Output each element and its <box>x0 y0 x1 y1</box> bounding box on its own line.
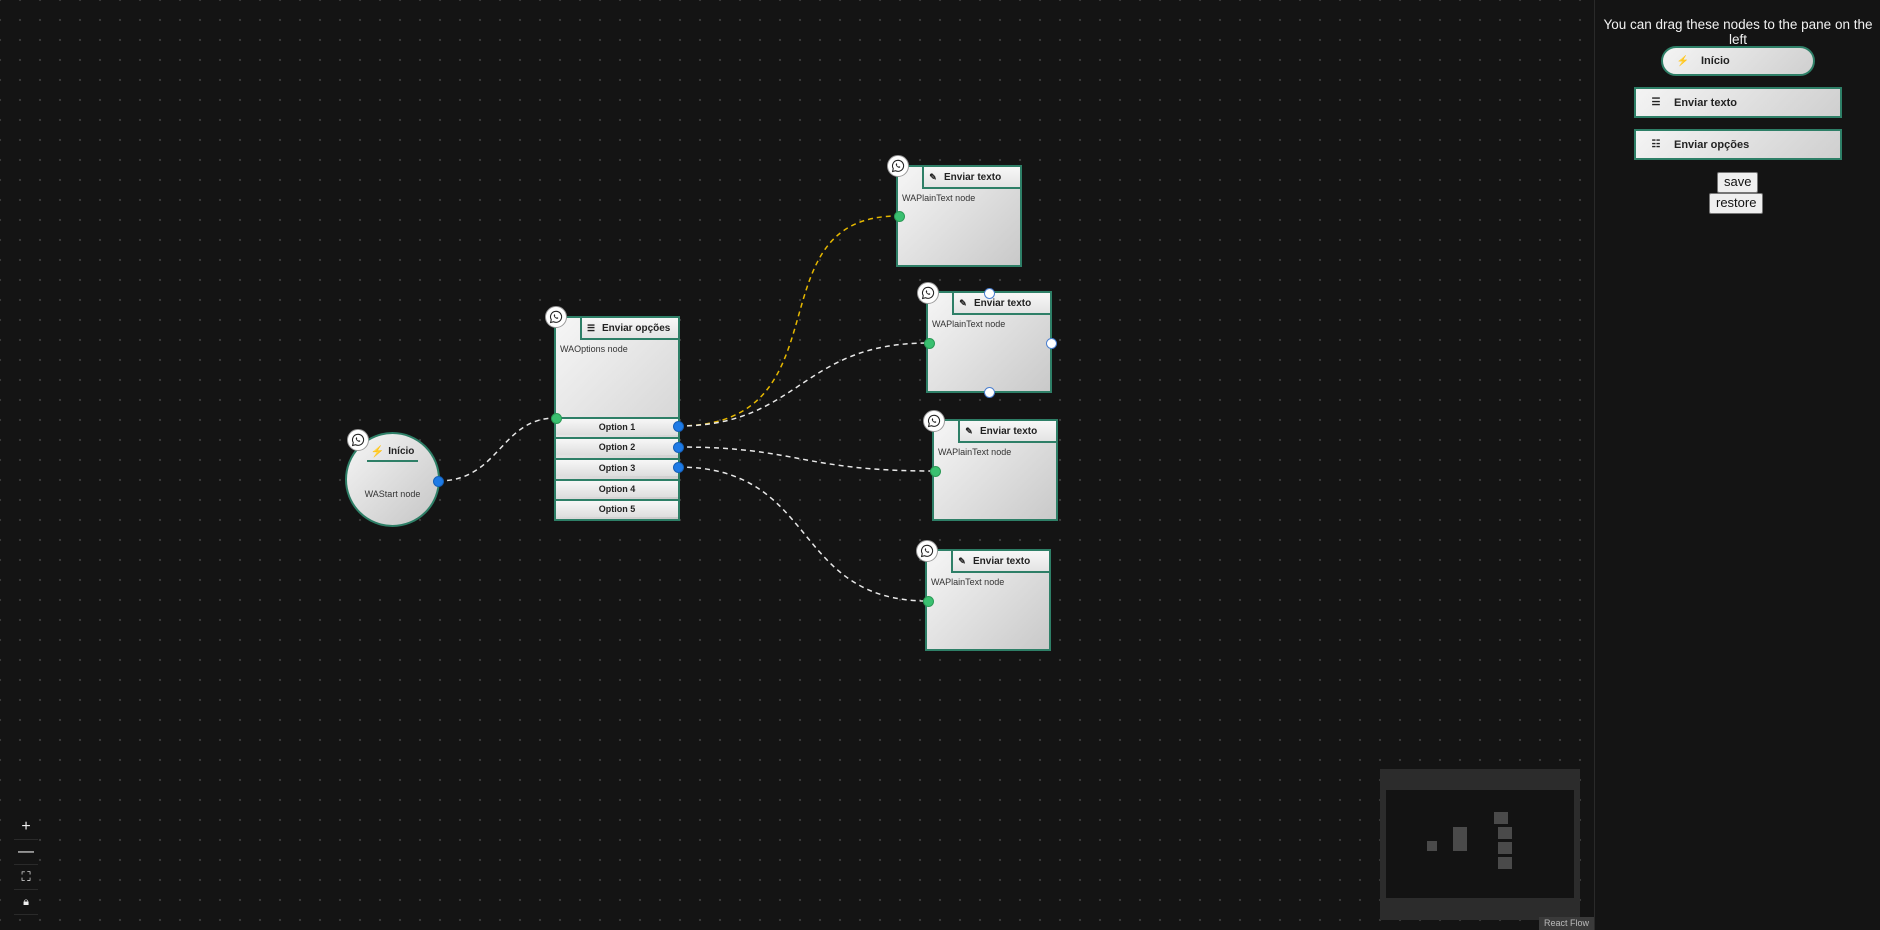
text-icon: ✎ <box>958 555 966 566</box>
resize-handle-top[interactable] <box>984 288 995 299</box>
whatsapp-icon <box>917 282 939 304</box>
bolt-icon: ⚡ <box>1676 55 1690 67</box>
flow-canvas[interactable]: ⚡ Início WAStart node ☰ Enviar opções WA… <box>0 0 1594 930</box>
edge-option1-text1[interactable] <box>677 215 899 427</box>
text-node-1-target-handle[interactable] <box>894 211 905 222</box>
option-1[interactable]: Option 1 <box>556 417 678 435</box>
save-button[interactable]: save <box>1717 172 1759 193</box>
start-node-header: ⚡ Início <box>367 442 418 462</box>
option-3-source-handle[interactable] <box>673 462 684 473</box>
text-node-4-target-handle[interactable] <box>923 596 934 607</box>
option-1-source-handle[interactable] <box>673 421 684 432</box>
text-node-1[interactable]: ✎ Enviar texto WAPlainText node <box>896 165 1022 267</box>
option-2[interactable]: Option 2 <box>556 437 678 455</box>
whatsapp-icon <box>347 429 369 451</box>
edge-option3-text4[interactable] <box>677 466 929 602</box>
options-node[interactable]: ☰ Enviar opções WAOptions node Option 1 … <box>554 316 680 521</box>
minimap-node <box>1453 827 1467 851</box>
option-3[interactable]: Option 3 <box>556 458 678 476</box>
options-target-handle[interactable] <box>551 413 562 424</box>
edge-start-options[interactable] <box>437 417 557 482</box>
plus-icon: + <box>21 818 31 835</box>
list-icon: ☰ <box>586 322 596 333</box>
whatsapp-icon <box>923 410 945 432</box>
minimap-node <box>1498 842 1512 854</box>
options-node-title: Enviar opções <box>602 322 671 334</box>
start-node-subtitle: WAStart node <box>364 489 421 499</box>
text-node-subtitle: WAPlainText node <box>902 193 976 203</box>
attribution-link[interactable]: React Flow <box>1539 917 1594 930</box>
drag-node-label: Enviar opções <box>1674 138 1750 151</box>
resize-handle-bottom[interactable] <box>984 387 995 398</box>
edge-option2-text3[interactable] <box>677 446 935 472</box>
text-node-3-target-handle[interactable] <box>930 466 941 477</box>
text-icon: ✎ <box>965 425 973 436</box>
zoom-out-button[interactable]: — <box>14 840 38 865</box>
text-node-subtitle: WAPlainText node <box>938 447 1012 457</box>
text-node-title: Enviar texto <box>944 171 1002 183</box>
fit-view-button[interactable]: ⛶ <box>14 865 38 890</box>
text-node-subtitle: WAPlainText node <box>932 319 1006 329</box>
text-node-header: ✎ Enviar texto <box>922 167 1020 189</box>
text-node-4[interactable]: ✎ Enviar texto WAPlainText node <box>925 549 1051 651</box>
drag-node-label: Enviar texto <box>1674 96 1737 109</box>
whatsapp-icon <box>916 540 938 562</box>
text-node-title: Enviar texto <box>974 297 1032 309</box>
options-node-subtitle: WAOptions node <box>560 344 628 354</box>
drag-node-inicio[interactable]: ⚡ Início <box>1661 46 1815 76</box>
text-node-header: ✎ Enviar texto <box>952 293 1050 315</box>
start-source-handle[interactable] <box>433 476 444 487</box>
text-node-header: ✎ Enviar texto <box>951 551 1049 573</box>
lock-icon: 🔒︎ <box>23 895 29 908</box>
minimap-node <box>1427 841 1437 851</box>
sidebar: You can drag these nodes to the pane on … <box>1594 0 1880 930</box>
text-node-subtitle: WAPlainText node <box>931 577 1005 587</box>
lock-button[interactable]: 🔒︎ <box>14 890 38 915</box>
fit-view-icon: ⛶ <box>21 869 31 884</box>
option-5[interactable]: Option 5 <box>556 499 678 517</box>
drag-node-enviar-opcoes[interactable]: ☷ Enviar opções <box>1634 129 1842 160</box>
minus-icon: — <box>18 843 34 860</box>
option-2-source-handle[interactable] <box>673 442 684 453</box>
minimap[interactable] <box>1380 769 1580 920</box>
resize-handle-right[interactable] <box>1046 338 1057 349</box>
text-icon: ✎ <box>959 297 967 308</box>
text-node-2[interactable]: ✎ Enviar texto WAPlainText node <box>926 291 1052 393</box>
edge-option1-text2[interactable] <box>677 342 929 427</box>
minimap-node <box>1498 857 1512 869</box>
text-node-title: Enviar texto <box>980 425 1038 437</box>
bolt-icon: ⚡ <box>370 445 385 458</box>
options-node-header: ☰ Enviar opções <box>580 318 678 340</box>
sidebar-title: You can drag these nodes to the pane on … <box>1603 17 1873 47</box>
whatsapp-icon <box>887 155 909 177</box>
restore-button[interactable]: restore <box>1709 193 1764 214</box>
flow-controls: + — ⛶ 🔒︎ <box>14 815 38 915</box>
option-4[interactable]: Option 4 <box>556 479 678 497</box>
drag-node-label: Início <box>1701 55 1730 67</box>
minimap-node <box>1498 827 1512 839</box>
text-node-header: ✎ Enviar texto <box>958 421 1056 443</box>
start-node-title: Início <box>388 445 415 457</box>
whatsapp-icon <box>545 306 567 328</box>
text-icon: ☰ <box>1651 97 1661 108</box>
text-node-3[interactable]: ✎ Enviar texto WAPlainText node <box>932 419 1058 521</box>
list-icon: ☷ <box>1651 139 1661 150</box>
minimap-node <box>1494 812 1508 824</box>
text-icon: ✎ <box>929 171 937 182</box>
text-node-title: Enviar texto <box>973 555 1031 567</box>
minimap-viewport[interactable] <box>1386 790 1574 898</box>
edges-layer <box>437 215 935 602</box>
text-node-2-target-handle[interactable] <box>924 338 935 349</box>
drag-node-enviar-texto[interactable]: ☰ Enviar texto <box>1634 87 1842 118</box>
zoom-in-button[interactable]: + <box>14 815 38 840</box>
